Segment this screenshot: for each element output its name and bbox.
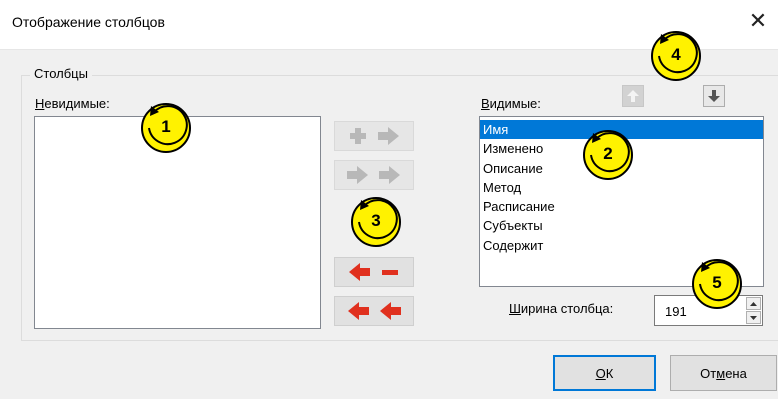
remove-all-button[interactable]: [334, 296, 414, 326]
invisible-label: Невидимые:: [35, 96, 110, 111]
callout-3: 3: [347, 192, 405, 250]
cancel-button[interactable]: От м ена: [670, 355, 777, 391]
caret-up-icon: [750, 301, 757, 306]
callout-number: 3: [371, 211, 381, 230]
visible-label: Видимые:: [481, 96, 541, 111]
column-width-label: Ширина столбца:: [509, 301, 614, 316]
plus-icon: [350, 128, 366, 144]
list-item[interactable]: Субъекты: [480, 216, 763, 235]
columns-group-label: Столбцы: [30, 66, 92, 81]
arrow-right-icon: [379, 166, 400, 184]
callout-number: 1: [161, 117, 171, 136]
callout-5: 5: [688, 254, 746, 312]
callout-1: 1: [137, 98, 195, 156]
minus-icon: [382, 270, 398, 275]
arrow-left-icon: [380, 302, 401, 320]
callout-number: 5: [712, 273, 722, 292]
add-all-button[interactable]: [334, 160, 414, 190]
spin-down-button[interactable]: [746, 311, 761, 324]
callout-4: 4: [647, 26, 705, 84]
list-item[interactable]: Расписание: [480, 197, 763, 216]
arrow-down-icon: [708, 90, 720, 102]
move-down-button[interactable]: [703, 85, 725, 107]
close-icon[interactable]: ✕: [743, 7, 773, 37]
callout-number: 2: [603, 144, 613, 163]
arrow-left-icon: [349, 263, 370, 281]
move-up-button[interactable]: [622, 85, 644, 107]
arrow-right-icon: [347, 166, 368, 184]
spin-up-button[interactable]: [746, 297, 761, 310]
list-item[interactable]: Содержит: [480, 236, 763, 255]
callout-number: 4: [671, 45, 681, 64]
remove-selected-button[interactable]: [334, 257, 414, 287]
add-selected-button[interactable]: [334, 121, 414, 151]
arrow-left-icon: [348, 302, 369, 320]
dialog-title: Отображение столбцов: [12, 14, 165, 30]
ok-button[interactable]: ОК: [553, 355, 656, 391]
arrow-right-icon: [378, 127, 399, 145]
column-width-value: 191: [665, 304, 687, 319]
callout-2: 2: [579, 125, 637, 183]
arrow-up-icon: [627, 90, 639, 102]
caret-down-icon: [750, 315, 757, 320]
